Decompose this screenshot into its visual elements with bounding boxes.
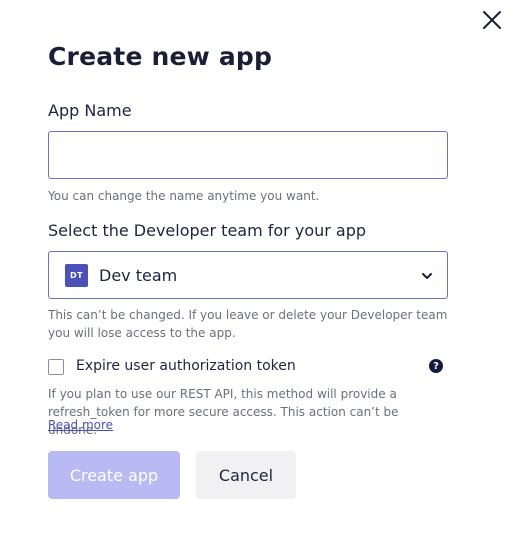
team-avatar: DT: [65, 263, 88, 287]
developer-team-select[interactable]: DT Dev team: [48, 251, 448, 299]
selected-team-name: Dev team: [99, 265, 178, 285]
developer-team-hint: This can’t be changed. If you leave or d…: [48, 308, 448, 340]
cancel-button[interactable]: Cancel: [196, 451, 296, 499]
dialog-title: Create new app: [48, 42, 273, 71]
app-name-label: App Name: [48, 101, 132, 120]
close-button[interactable]: [481, 9, 503, 31]
read-more-link[interactable]: Read more: [48, 418, 113, 432]
app-name-input[interactable]: [48, 131, 448, 179]
expire-token-checkbox[interactable]: [48, 359, 64, 375]
expire-token-label[interactable]: Expire user authorization token: [76, 358, 296, 374]
create-app-button[interactable]: Create app: [48, 451, 180, 499]
developer-team-label: Select the Developer team for your app: [48, 221, 367, 240]
app-name-hint: You can change the name anytime you want…: [48, 189, 320, 203]
help-icon[interactable]: ?: [429, 359, 443, 373]
chevron-down-icon: [422, 273, 432, 279]
create-app-dialog: Create new app App Name You can change t…: [0, 0, 511, 544]
close-icon: [483, 11, 501, 29]
